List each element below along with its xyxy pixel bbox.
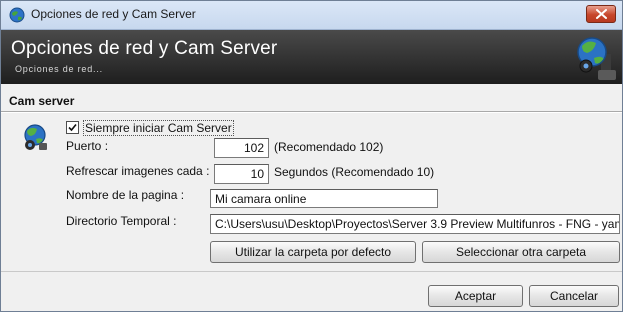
temp-dir-label: Directorio Temporal :: [66, 214, 177, 228]
refresh-hint: Segundos (Recomendado 10): [274, 165, 435, 179]
section-divider: [1, 111, 622, 113]
footer-divider: [1, 271, 622, 272]
port-label: Puerto :: [66, 139, 109, 153]
close-button[interactable]: [586, 5, 616, 23]
banner-subtitle: Opciones de red...: [15, 64, 103, 74]
always-start-checkbox[interactable]: [66, 121, 79, 134]
checkmark-icon: [68, 123, 77, 132]
options-dialog: Opciones de red y Cam Server Opciones de…: [0, 0, 623, 312]
accept-button[interactable]: Aceptar: [428, 285, 523, 307]
app-icon: [9, 7, 25, 23]
page-name-label: Nombre de la pagina :: [66, 188, 185, 202]
temp-dir-input[interactable]: C:\Users\usu\Desktop\Proyectos\Server 3.…: [210, 214, 620, 234]
refresh-label: Refrescar imagenes cada :: [66, 164, 210, 178]
always-start-label[interactable]: Siempre iniciar Cam Server: [83, 120, 234, 136]
title-bar: Opciones de red y Cam Server: [1, 1, 622, 30]
page-name-input[interactable]: Mi camara online: [210, 189, 438, 208]
close-icon: [596, 9, 607, 19]
header-banner: Opciones de red y Cam Server Opciones de…: [1, 30, 622, 84]
section-title: Cam server: [9, 94, 75, 108]
refresh-input[interactable]: 10: [214, 164, 269, 184]
window-title: Opciones de red y Cam Server: [31, 7, 196, 21]
banner-title: Opciones de red y Cam Server: [11, 38, 278, 59]
network-globe-icon: [577, 37, 616, 80]
use-default-folder-button[interactable]: Utilizar la carpeta por defecto: [210, 241, 416, 263]
network-globe-icon: [24, 124, 47, 150]
port-input[interactable]: 102: [214, 138, 269, 158]
port-hint: (Recomendado 102): [274, 140, 384, 154]
select-folder-button[interactable]: Seleccionar otra carpeta: [422, 241, 620, 263]
cancel-button[interactable]: Cancelar: [529, 285, 619, 307]
